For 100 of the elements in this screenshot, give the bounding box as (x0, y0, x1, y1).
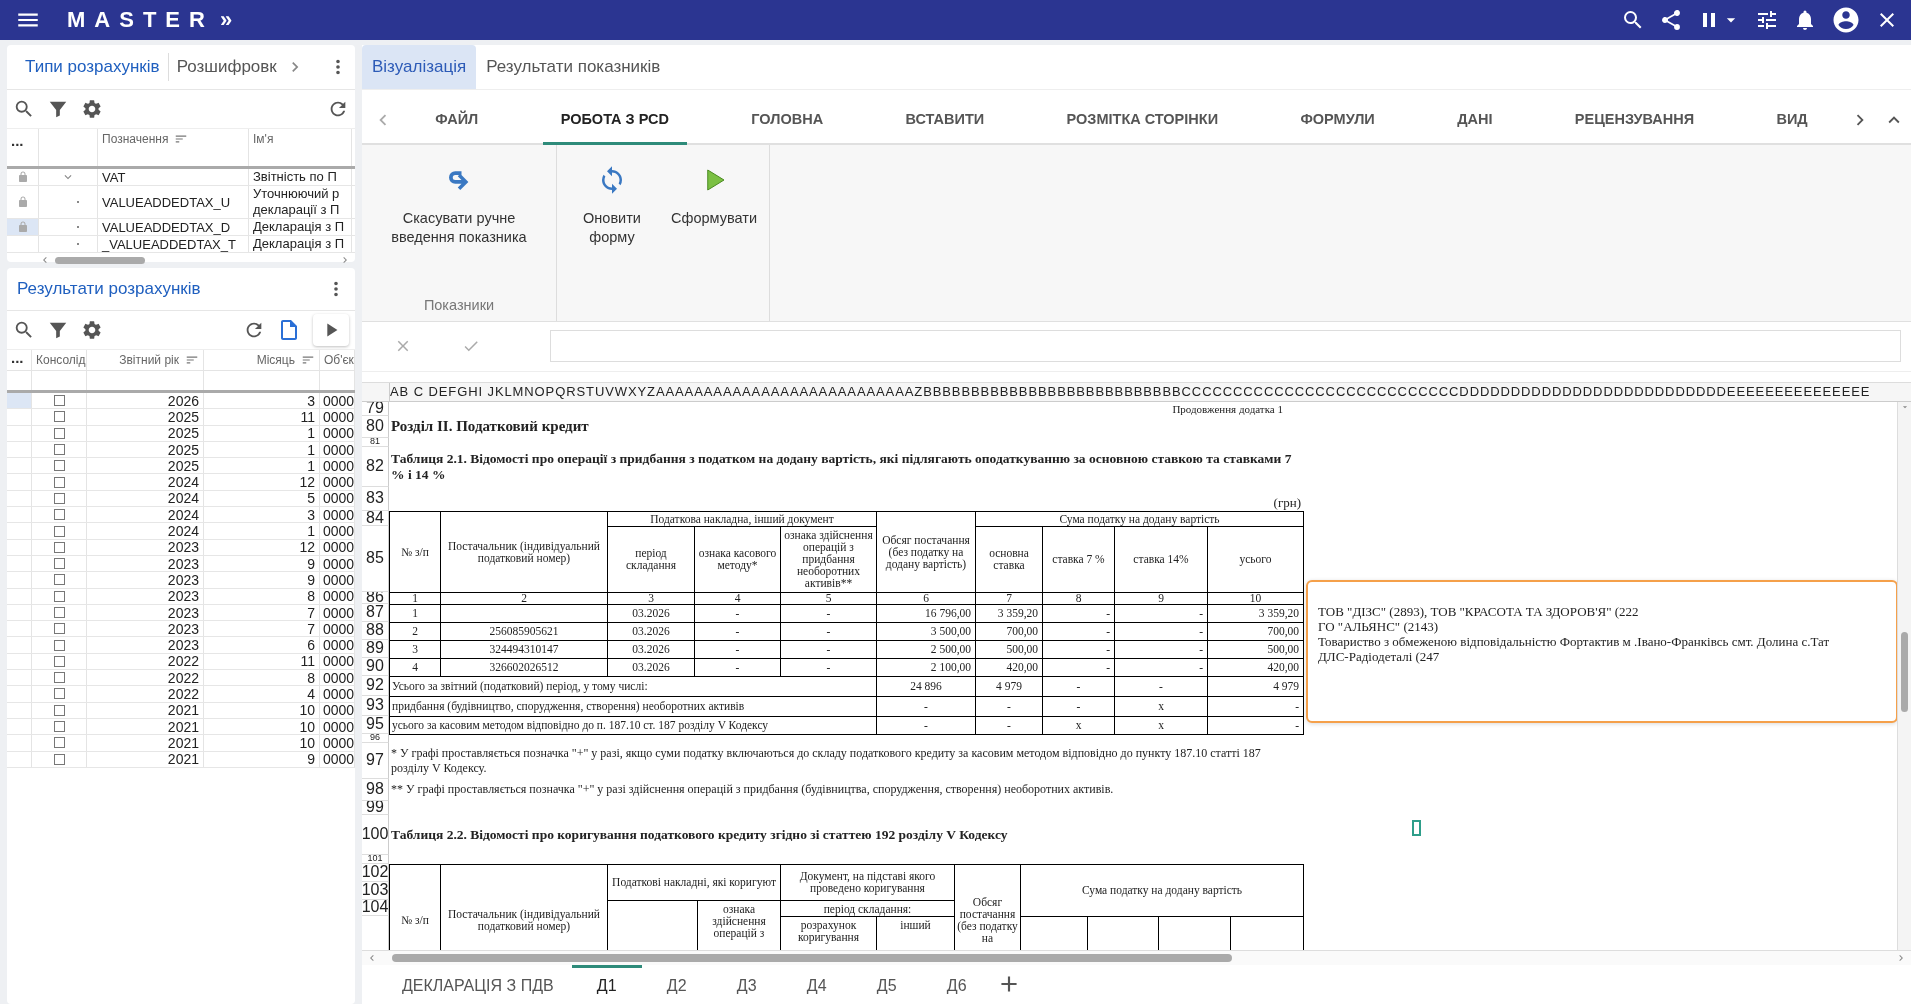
column-header[interactable]: ... (7, 129, 39, 166)
table-cell: x (1158, 700, 1164, 713)
expand-button[interactable]: » (219, 7, 233, 33)
row-number: 85 (366, 550, 384, 567)
table-cell: _VALUEADDEDTAX_T (102, 236, 236, 252)
ribbon-tab[interactable]: РЕЦЕНЗУВАННЯ (1556, 97, 1713, 145)
table-cell: № з/п (401, 914, 429, 927)
table-cell: 2022 (167, 670, 199, 686)
ribbon-tab[interactable]: ФОРМУЛИ (1282, 97, 1393, 145)
ribbon-tab[interactable]: ГОЛОВНА (733, 97, 842, 145)
row-number: 88 (366, 622, 384, 639)
sheet-tab[interactable]: Д6 (921, 964, 992, 1004)
panel-tab[interactable]: Типи розрахунків (17, 53, 168, 81)
row-number: 97 (366, 752, 384, 769)
column-header[interactable]: Консолід (36, 353, 86, 367)
table-cell: 4 (734, 592, 741, 604)
ribbon-tab[interactable]: ВСТАВИТИ (887, 97, 1003, 145)
table-cell: 3 (307, 393, 315, 409)
table-cell: - (1199, 661, 1203, 674)
table-cell: 8 (307, 670, 315, 686)
table-cell: 2 100,00 (930, 661, 971, 674)
sheet-tab[interactable]: Д4 (781, 964, 852, 1004)
table-cell: 3 359,20 (1258, 607, 1299, 620)
table-cell: 6 (923, 592, 929, 604)
column-header[interactable]: Ім'я (253, 132, 274, 146)
column-header[interactable]: ... (7, 350, 32, 370)
sheet-tab[interactable]: Д1 (571, 964, 642, 1004)
ribbon-tab[interactable]: ВИД (1758, 97, 1826, 145)
table-cell: 0000 (323, 653, 354, 670)
table-cell: 9 (307, 751, 315, 767)
table-cell: Декларація з П (253, 219, 345, 235)
ribbon-button[interactable]: Сформувати (665, 164, 763, 313)
ribbon-tab[interactable]: ФАЙЛ (417, 97, 497, 145)
sheet-tab[interactable]: ДЕКЛАРАЦІЯ З ПДВ (384, 964, 572, 1004)
ribbon-tab[interactable]: РОЗМІТКА СТОРІНКИ (1048, 97, 1237, 145)
view-tab[interactable]: Візуалізація (362, 45, 477, 90)
column-header[interactable]: Звітний рік (119, 353, 179, 367)
sheet-tab[interactable]: Д3 (711, 964, 782, 1004)
table-cell: 03.2026 (632, 607, 670, 620)
table-cell: 4 979 (1273, 680, 1299, 693)
table-cell: VALUEADDEDTAX_D (102, 219, 231, 235)
table-cell: - (1007, 700, 1011, 713)
table-cell: - (1106, 661, 1110, 674)
table-cell: - (1199, 625, 1203, 638)
table-cell: 24 896 (910, 680, 942, 693)
table-cell: 0000 (323, 588, 354, 604)
table-cell: 6 (307, 637, 315, 653)
group-label: Показники (423, 296, 495, 313)
table-cell: x (1075, 719, 1082, 732)
table-cell: Декларація з П (253, 236, 345, 252)
row-number: 104 (362, 899, 388, 915)
app-title: MASTER (67, 7, 214, 33)
sheet-tab[interactable]: Д5 (851, 964, 922, 1004)
view-tab[interactable]: Результати показників (476, 45, 671, 90)
table-cell: 0000 (323, 555, 354, 572)
table-cell: 2023 (167, 637, 199, 653)
table-cell-text: Уточнюючий р декларації з П (253, 186, 341, 218)
row-number: 87 (366, 604, 384, 621)
panel-tab[interactable]: Розшифровк (168, 53, 285, 81)
table-cell: період складання: (823, 902, 912, 915)
table-cell: 4 (412, 661, 418, 674)
row-number: 83 (366, 490, 384, 507)
table-cell-text: розрахунок коригування (796, 918, 861, 943)
table-cell: 256085905621 (489, 625, 559, 638)
table-cell: 5 (307, 490, 315, 507)
table-cell: - (735, 661, 740, 674)
sheet-text: (грн) (1273, 494, 1301, 511)
ribbon-button[interactable]: Оновити форму (563, 164, 662, 313)
table-cell: 03.2026 (632, 625, 670, 638)
table-cell: 0000 (323, 409, 354, 425)
row-number: 89 (366, 640, 384, 657)
ribbon-button[interactable]: Скасувати ручне введення показника (368, 164, 550, 297)
table-cell: - (1106, 643, 1110, 656)
table-cell: ознака касового методу* (697, 547, 778, 572)
row-number: 82 (366, 458, 384, 475)
table-cell: 2021 (167, 718, 199, 735)
table-cell: 9 (307, 572, 315, 588)
table-cell: 326602026512 (489, 661, 559, 674)
column-header[interactable]: Об'єк (324, 353, 354, 367)
ribbon-tab[interactable]: ДАНІ (1439, 97, 1511, 145)
table-cell: 2024 (167, 474, 199, 490)
table-cell: - (1076, 680, 1081, 693)
table-cell: - (826, 625, 831, 638)
table-cell: Звітність по П (253, 169, 337, 185)
table-cell: 2023 (167, 555, 199, 572)
table-cell: 3 (412, 643, 418, 656)
sheet-tab[interactable]: Д2 (641, 964, 712, 1004)
footnote: ** У графі проставляється позначка "+" у разі здійснення операцій з придбання (будівництва, спорудження, створення) необоротних активів. (391, 782, 1114, 798)
column-header[interactable]: Позначення (102, 132, 169, 146)
column-header[interactable]: Місяць (256, 353, 295, 367)
comment-line: ДЛС-Радіодеталі (247 (1318, 648, 1440, 664)
table-cell: 2025 (167, 441, 199, 458)
row-number: 103 (362, 882, 388, 899)
table-cell: - (1007, 719, 1011, 732)
table-cell: VAT (102, 169, 126, 185)
row-number: 92 (366, 677, 384, 694)
table-cell: 0000 (323, 702, 354, 718)
table-cell: 7 (307, 621, 315, 637)
table-cell: x (1158, 719, 1164, 732)
column-letters: AB C DEFGHI JKLMNOPQRSTUVWXYZAAAAAAAAAAAAAAAAAAAAAAAAAAAZBBBBBBBBBBBBBBBBBBBBBBBBBBBCCCCCCCCCCCCCCCCCCCCCCCCCCCDDDDDDDDDDDDDDDDDDDDDDDDDDEEEEEEEEEEEEEEE (390, 383, 1871, 401)
